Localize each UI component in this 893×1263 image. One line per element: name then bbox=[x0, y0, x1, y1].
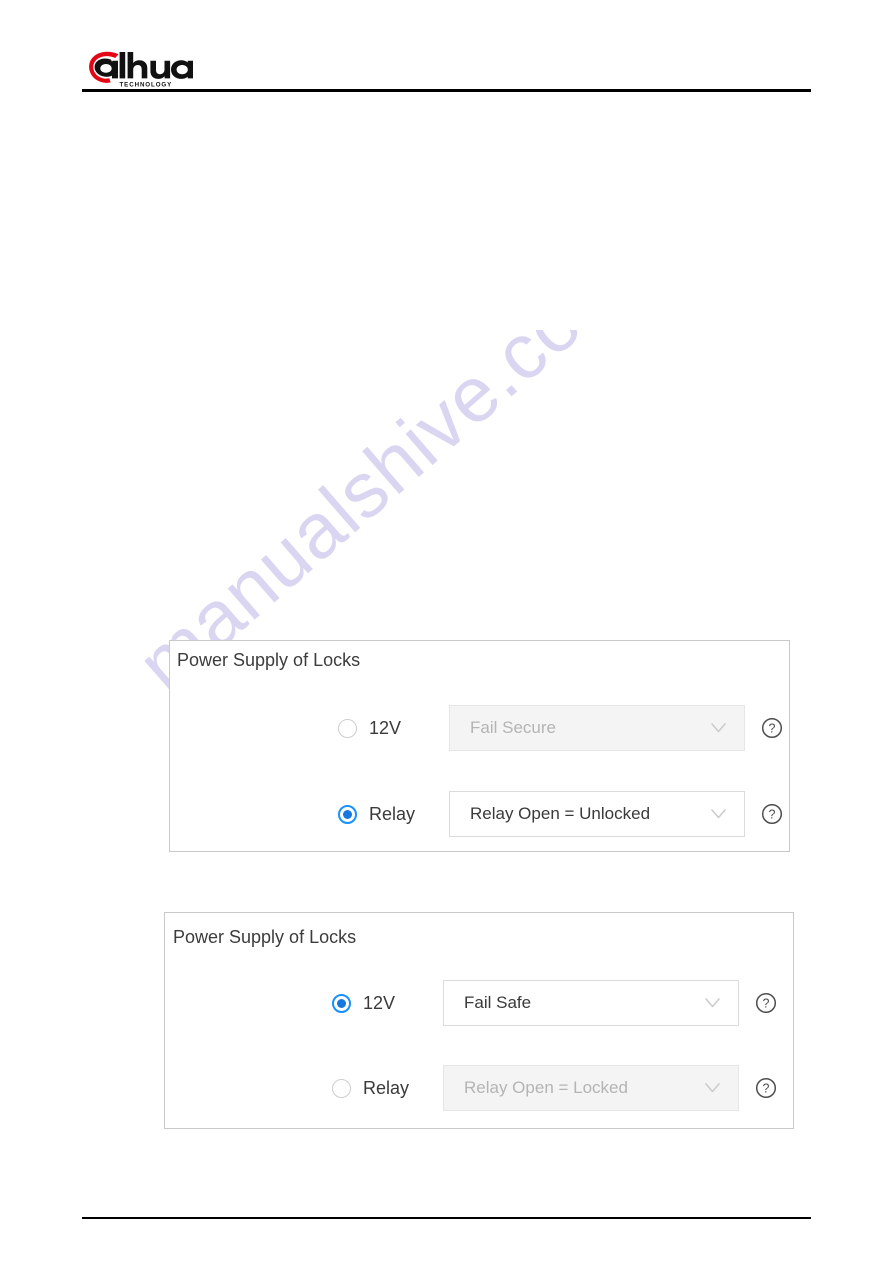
power-supply-panel-1: Power Supply of Locks 12V Fail Secure ? bbox=[169, 640, 790, 852]
lock-mode-select-relay[interactable]: Relay Open = Unlocked bbox=[449, 791, 745, 837]
radio-label-12v: 12V bbox=[363, 992, 396, 1013]
document-page: manualshive.com TECHNOLOGY Power Supply … bbox=[0, 0, 893, 1263]
chevron-down-icon bbox=[705, 998, 720, 1008]
lock-mode-select-relay[interactable]: Relay Open = Locked bbox=[443, 1065, 739, 1111]
lock-mode-select-value: Relay Open = Unlocked bbox=[470, 804, 651, 823]
radio-label-relay: Relay bbox=[363, 1077, 410, 1098]
radio-option-12v[interactable]: 12V bbox=[338, 718, 442, 739]
help-circle-icon[interactable]: ? bbox=[755, 992, 777, 1014]
radio-button-12v[interactable] bbox=[332, 993, 351, 1013]
chevron-down-icon bbox=[705, 1083, 720, 1093]
power-supply-panel-2: Power Supply of Locks 12V Fail Safe ? Re… bbox=[164, 912, 794, 1129]
radio-button-12v[interactable] bbox=[338, 718, 357, 738]
chevron-down-icon bbox=[711, 809, 726, 819]
lock-option-row-relay: Relay Relay Open = Locked ? bbox=[332, 1065, 777, 1111]
svg-text:?: ? bbox=[763, 1082, 770, 1096]
svg-text:?: ? bbox=[769, 722, 776, 736]
panel-title: Power Supply of Locks bbox=[173, 927, 357, 947]
svg-text:?: ? bbox=[769, 808, 776, 822]
footer-rule bbox=[82, 1217, 811, 1219]
radio-option-relay[interactable]: Relay bbox=[332, 1078, 436, 1099]
help-circle-icon[interactable]: ? bbox=[761, 717, 783, 739]
radio-label-12v: 12V bbox=[369, 717, 402, 738]
lock-mode-select-12v[interactable]: Fail Secure bbox=[449, 705, 745, 751]
lock-option-row-12v: 12V Fail Secure ? bbox=[338, 705, 783, 751]
logo-tagline: TECHNOLOGY bbox=[120, 81, 173, 88]
lock-mode-select-value: Relay Open = Locked bbox=[464, 1078, 628, 1097]
chevron-down-icon bbox=[711, 723, 726, 733]
lock-mode-select-12v[interactable]: Fail Safe bbox=[443, 980, 739, 1026]
help-circle-icon[interactable]: ? bbox=[755, 1077, 777, 1099]
radio-label-relay: Relay bbox=[369, 803, 416, 824]
lock-option-row-relay: Relay Relay Open = Unlocked ? bbox=[338, 791, 783, 837]
header-rule bbox=[82, 89, 811, 92]
svg-text:?: ? bbox=[763, 997, 770, 1011]
help-circle-icon[interactable]: ? bbox=[761, 803, 783, 825]
page-header: TECHNOLOGY bbox=[0, 0, 893, 100]
lock-mode-select-value: Fail Safe bbox=[464, 993, 532, 1012]
lock-mode-select-value: Fail Secure bbox=[470, 718, 556, 737]
dahua-logo: TECHNOLOGY bbox=[88, 50, 193, 88]
radio-button-relay[interactable] bbox=[332, 1078, 351, 1098]
lock-option-row-12v: 12V Fail Safe ? bbox=[332, 980, 777, 1026]
panel-title: Power Supply of Locks bbox=[177, 650, 361, 670]
radio-option-12v[interactable]: 12V bbox=[332, 993, 436, 1014]
radio-button-relay[interactable] bbox=[338, 804, 357, 824]
radio-option-relay[interactable]: Relay bbox=[338, 804, 442, 825]
